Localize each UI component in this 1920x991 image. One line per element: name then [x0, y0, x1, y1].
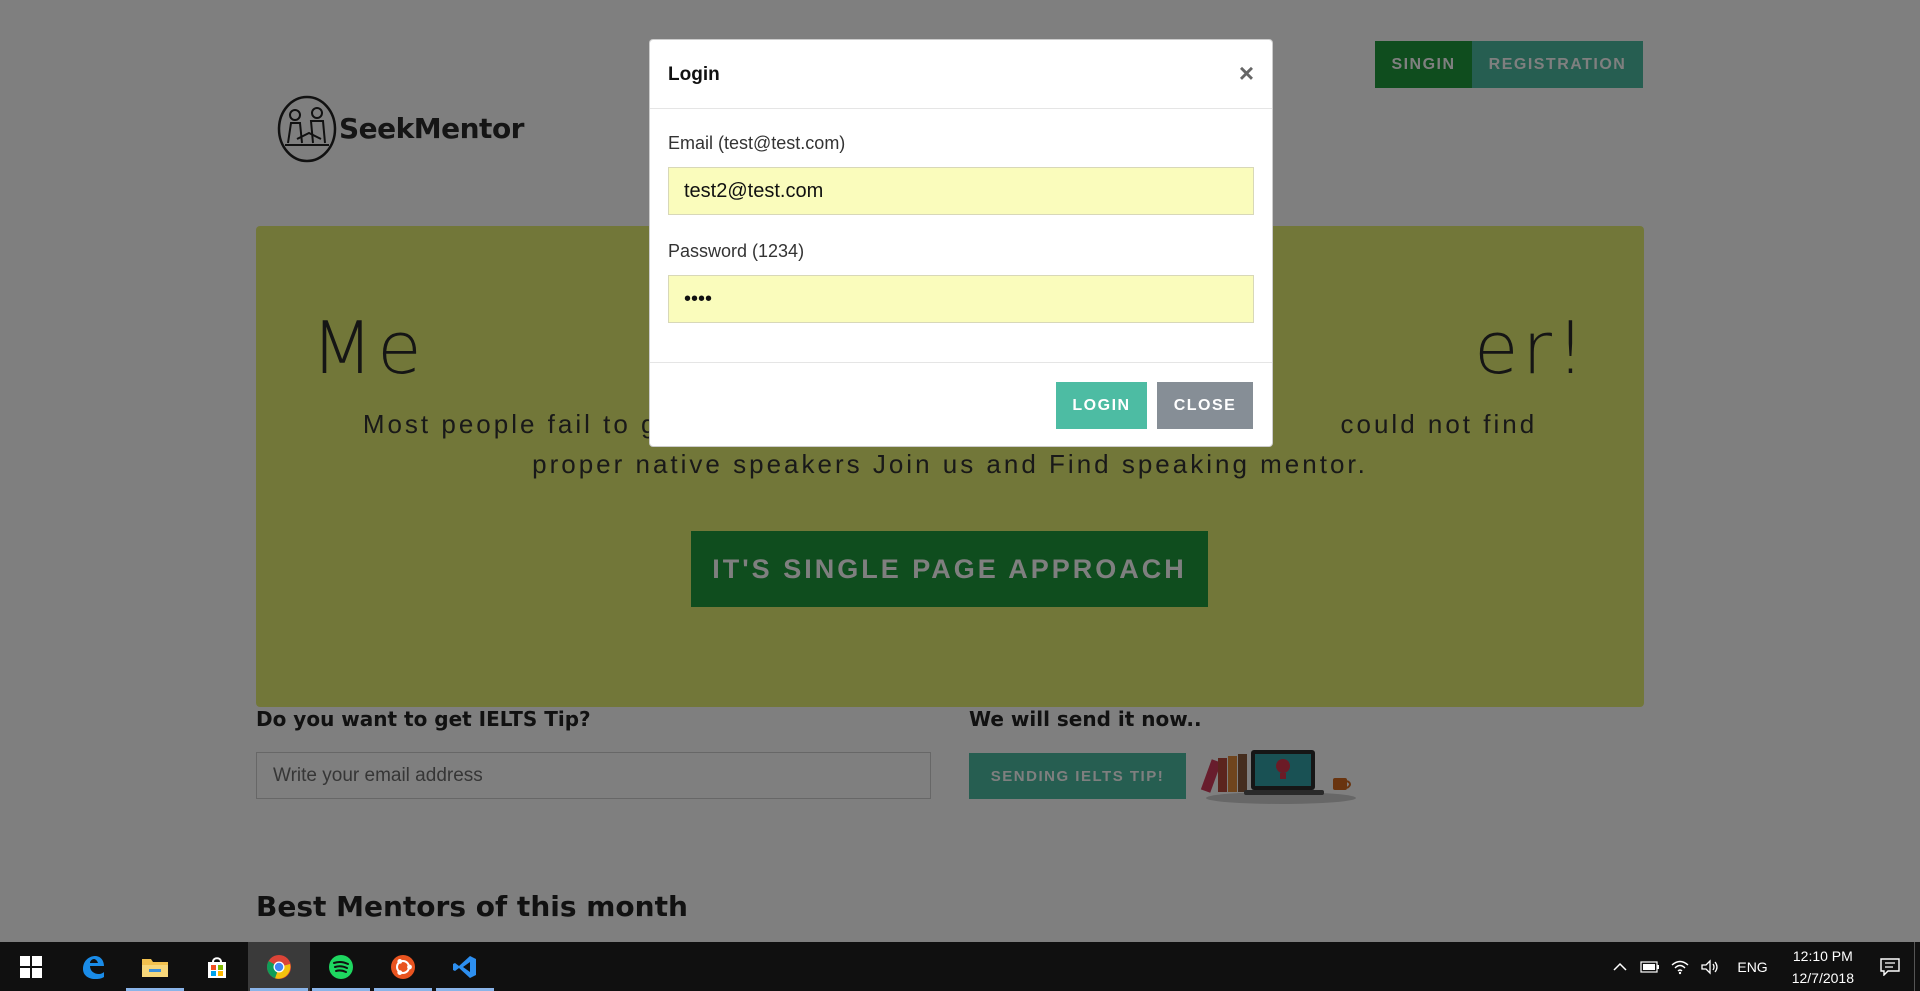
- password-field[interactable]: [668, 275, 1254, 323]
- edge-icon[interactable]: [62, 942, 124, 991]
- show-desktop-button[interactable]: [1914, 942, 1920, 991]
- file-explorer-icon[interactable]: [124, 942, 186, 991]
- windows-start-icon[interactable]: [0, 942, 62, 991]
- vscode-icon[interactable]: [434, 942, 496, 991]
- close-icon[interactable]: ×: [1239, 60, 1254, 86]
- login-modal: Login × Email (test@test.com) Password (…: [649, 39, 1273, 447]
- store-icon[interactable]: [186, 942, 248, 991]
- clock[interactable]: 12:10 PM 12/7/2018: [1780, 945, 1866, 989]
- password-label: Password (1234): [668, 241, 805, 261]
- volume-icon[interactable]: [1695, 942, 1725, 991]
- wifi-icon[interactable]: [1665, 942, 1695, 991]
- windows-taskbar: ENG 12:10 PM 12/7/2018: [0, 942, 1920, 991]
- battery-icon[interactable]: [1635, 942, 1665, 991]
- modal-footer: LOGIN CLOSE: [650, 362, 1272, 448]
- clock-time: 12:10 PM: [1792, 947, 1853, 964]
- action-center-icon[interactable]: [1866, 942, 1914, 991]
- ubuntu-icon[interactable]: [372, 942, 434, 991]
- modal-title: Login: [668, 64, 720, 85]
- clock-date: 12/7/2018: [1791, 969, 1854, 986]
- modal-header: Login ×: [650, 40, 1272, 109]
- email-field[interactable]: [668, 167, 1254, 215]
- login-button[interactable]: LOGIN: [1056, 382, 1147, 429]
- system-tray: ENG 12:10 PM 12/7/2018: [1605, 942, 1920, 991]
- chevron-up-icon[interactable]: [1605, 942, 1635, 991]
- spotify-icon[interactable]: [310, 942, 372, 991]
- close-button[interactable]: CLOSE: [1157, 382, 1253, 429]
- chrome-icon[interactable]: [248, 942, 310, 991]
- email-label: Email (test@test.com): [668, 133, 846, 153]
- language-indicator[interactable]: ENG: [1725, 959, 1779, 975]
